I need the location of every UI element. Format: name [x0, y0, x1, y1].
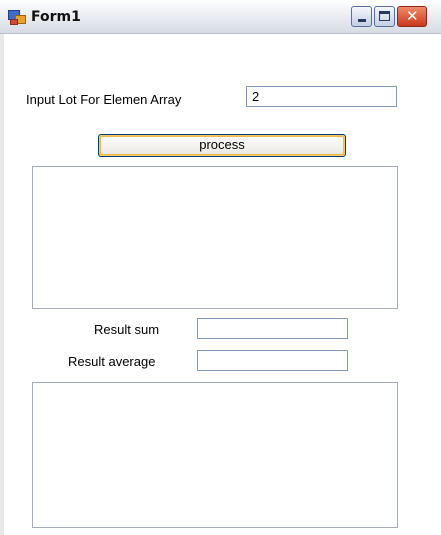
- minimize-button[interactable]: [351, 6, 372, 27]
- left-border: [0, 34, 4, 535]
- result-average-label: Result average: [68, 354, 156, 369]
- process-button[interactable]: process: [98, 134, 346, 157]
- close-icon: ✕: [406, 7, 419, 25]
- window-title: Form1: [31, 9, 81, 25]
- input-lot-field[interactable]: [246, 86, 397, 107]
- close-button[interactable]: ✕: [397, 6, 427, 27]
- result-sum-label: Result sum: [94, 322, 160, 337]
- result-sum-field[interactable]: [197, 318, 348, 339]
- result-average-field[interactable]: [197, 350, 348, 371]
- result-output-box[interactable]: [32, 382, 398, 528]
- title-bar[interactable]: Form1 ✕: [0, 0, 441, 34]
- form1-window: Form1 ✕ Input Lot For Elemen Array proce…: [0, 0, 441, 535]
- array-output-box[interactable]: [32, 166, 398, 309]
- maximize-button[interactable]: [374, 6, 395, 27]
- input-lot-label: Input Lot For Elemen Array: [26, 92, 182, 107]
- minimize-icon: [358, 19, 366, 22]
- maximize-icon: [379, 11, 390, 21]
- app-icon[interactable]: [8, 10, 26, 25]
